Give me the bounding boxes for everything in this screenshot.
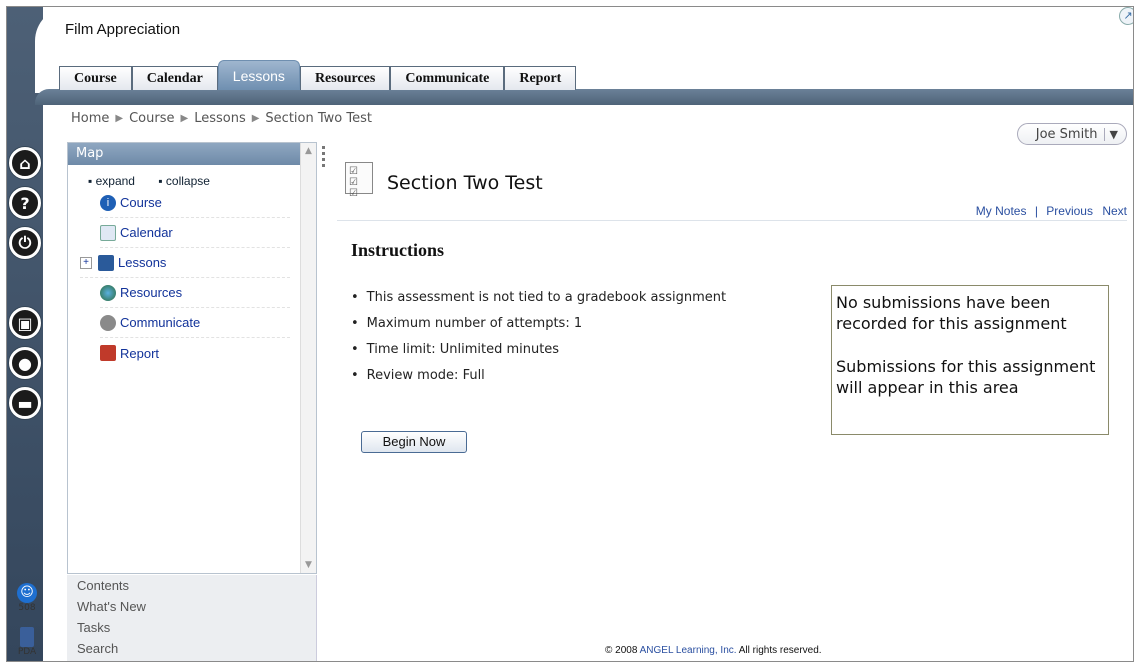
checklist-icon: ☑ ☑ ☑ [345, 162, 373, 199]
angel-learning-link[interactable]: ANGEL Learning, Inc. [640, 645, 737, 656]
content-links: My Notes | Previous Next [975, 204, 1127, 218]
breadcrumb-arrow-icon: ▶ [251, 113, 260, 124]
instructions-list: This assessment is not tied to a gradebo… [351, 290, 726, 394]
nav-search[interactable]: Search [67, 638, 316, 659]
copyright: © 2008 ANGEL Learning, Inc. All rights r… [605, 645, 822, 656]
begin-now-button[interactable]: Begin Now [361, 431, 467, 453]
app-window: Film Appreciation Course Calendar Lesson… [6, 6, 1134, 662]
divider [337, 220, 1127, 221]
map-header: Map [68, 143, 316, 165]
tab-course[interactable]: Course [59, 66, 132, 90]
breadcrumb-home[interactable]: Home [71, 111, 109, 127]
panel-splitter[interactable] [319, 143, 327, 563]
submissions-note: Submissions for this assignment will app… [836, 357, 1096, 397]
help-icon[interactable]: ? [9, 187, 41, 219]
pda-button[interactable]: PDA [15, 627, 39, 657]
calendar-icon [100, 224, 116, 241]
tab-calendar[interactable]: Calendar [131, 66, 218, 90]
instructions-heading: Instructions [351, 240, 445, 260]
info-icon: i [100, 194, 116, 211]
tab-report[interactable]: Report [504, 66, 577, 90]
my-notes-link[interactable]: My Notes [976, 204, 1027, 218]
bottom-nav: Contents What's New Tasks Search [67, 575, 317, 661]
map-item-course[interactable]: i Course [100, 188, 290, 218]
previous-link[interactable]: Previous [1046, 204, 1093, 218]
chat-icon[interactable]: ▬ [9, 387, 41, 419]
map-item-report[interactable]: Report [100, 338, 290, 368]
scroll-up-icon[interactable]: ▲ [301, 143, 316, 159]
map-item-communicate[interactable]: Communicate [100, 308, 290, 338]
no-submissions-text: No submissions have been recorded for th… [836, 293, 1067, 333]
next-link[interactable]: Next [1102, 204, 1127, 218]
scroll-down-icon[interactable]: ▼ [301, 557, 316, 573]
submissions-box: No submissions have been recorded for th… [831, 285, 1109, 435]
report-icon [100, 345, 116, 361]
clipboard-icon[interactable]: ▣ [9, 307, 41, 339]
breadcrumb: Home ▶ Course ▶ Lessons ▶ Section Two Te… [71, 111, 372, 127]
people-icon [100, 314, 116, 331]
header-separator [35, 89, 1133, 105]
nav-whats-new[interactable]: What's New [67, 596, 316, 617]
tab-lessons[interactable]: Lessons [217, 60, 300, 90]
map-panel: Map ▲ ▼ ▪ expand ▪ collapse i Course Cal… [67, 142, 317, 574]
accessibility-button[interactable]: ☺ 508 [15, 583, 39, 613]
list-item: Maximum number of attempts: 1 [351, 316, 726, 342]
expand-link[interactable]: ▪ expand [88, 174, 145, 188]
person-icon[interactable]: ● [9, 347, 41, 379]
map-toggle: ▪ expand ▪ collapse [88, 174, 316, 188]
expand-node-icon[interactable]: + [80, 256, 92, 269]
list-item: Time limit: Unlimited minutes [351, 342, 726, 368]
popout-icon[interactable]: ↗ [1119, 7, 1133, 25]
main-tabs: Course Calendar Lessons Resources Commun… [59, 60, 577, 90]
home-icon[interactable]: ⌂ [9, 147, 41, 179]
user-name: Joe Smith [1035, 126, 1098, 142]
nav-tasks[interactable]: Tasks [67, 617, 316, 638]
map-scrollbar[interactable]: ▲ ▼ [300, 143, 316, 573]
map-item-calendar[interactable]: Calendar [100, 218, 290, 248]
list-item: Review mode: Full [351, 368, 726, 394]
globe-icon [100, 284, 116, 301]
breadcrumb-lessons[interactable]: Lessons [194, 111, 246, 127]
pda-icon [20, 627, 34, 647]
breadcrumb-course[interactable]: Course [129, 111, 174, 127]
collapse-link[interactable]: ▪ collapse [158, 174, 220, 188]
map-item-resources[interactable]: Resources [100, 278, 290, 308]
map-item-lessons[interactable]: + Lessons [80, 248, 290, 278]
books-icon [98, 254, 114, 271]
tab-resources[interactable]: Resources [299, 66, 391, 90]
tab-communicate[interactable]: Communicate [390, 66, 505, 90]
power-icon[interactable]: ⏻ [9, 227, 41, 259]
breadcrumb-arrow-icon: ▶ [115, 113, 124, 124]
breadcrumb-arrow-icon: ▶ [180, 113, 189, 124]
list-item: This assessment is not tied to a gradebo… [351, 290, 726, 316]
page-title: Section Two Test [387, 172, 543, 194]
accessibility-icon: ☺ [17, 583, 37, 603]
breadcrumb-current: Section Two Test [265, 111, 372, 126]
course-title: Film Appreciation [65, 21, 181, 38]
main-content: ☑ ☑ ☑ Section Two Test My Notes | Previous… [337, 142, 1127, 652]
dropdown-icon: ▼ [1103, 127, 1118, 141]
nav-contents[interactable]: Contents [67, 575, 316, 596]
